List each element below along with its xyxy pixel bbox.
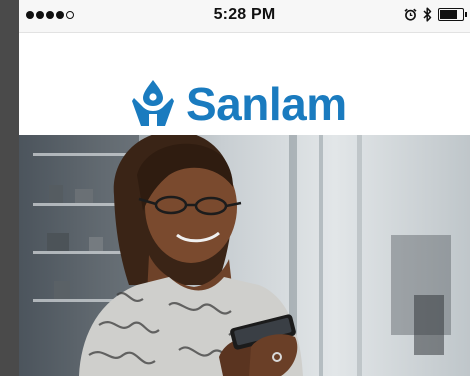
- alarm-clock-icon: [404, 8, 417, 21]
- battery-icon: [438, 8, 467, 21]
- app-screen: 5:28 PM Sanlam: [19, 0, 470, 376]
- battery-tip: [465, 12, 467, 17]
- status-bar: 5:28 PM: [19, 0, 470, 33]
- status-time: 5:28 PM: [213, 6, 276, 23]
- hero-image: [19, 135, 470, 376]
- sanlam-logo: Sanlam: [132, 80, 347, 128]
- hero-photo: [19, 135, 451, 376]
- sanlam-hands-icon: [132, 80, 174, 126]
- brand-name: Sanlam: [186, 78, 347, 130]
- battery-level: [440, 10, 457, 19]
- bluetooth-icon: [423, 7, 432, 22]
- app-header: Sanlam: [19, 33, 470, 135]
